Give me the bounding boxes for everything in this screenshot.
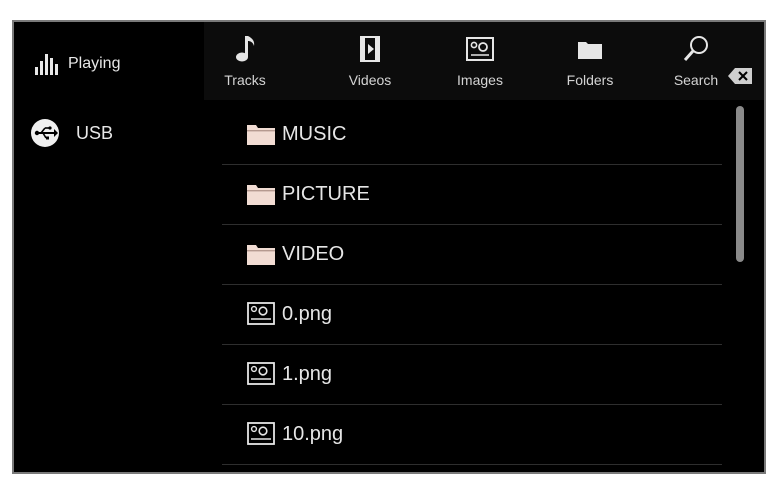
- image-file-icon: [247, 302, 275, 325]
- toolbar: Tracks Videos Images Folders Search: [204, 22, 764, 100]
- file-name: VIDEO: [282, 242, 345, 265]
- image-file-icon: [247, 362, 275, 385]
- tab-images[interactable]: Images: [440, 30, 520, 94]
- folder-icon: [247, 245, 275, 265]
- file-name: MUSIC: [282, 122, 347, 145]
- equalizer-bars-icon: [35, 54, 58, 75]
- list-item-image-file[interactable]: 10.png: [222, 404, 722, 465]
- sidebar-item-label: USB: [76, 122, 114, 143]
- list-item-music-folder[interactable]: MUSIC: [222, 104, 722, 165]
- image-file-icon: [247, 422, 275, 445]
- tab-label: Search: [673, 72, 719, 88]
- tab-search[interactable]: Search: [656, 30, 736, 94]
- scrollbar[interactable]: [736, 106, 744, 262]
- sidebar-item-label: Playing: [68, 55, 121, 72]
- file-name: PICTURE: [282, 182, 370, 205]
- image-icon: [466, 37, 494, 61]
- list-item-video-folder[interactable]: VIDEO: [222, 224, 722, 285]
- music-note-icon: [236, 36, 255, 62]
- sidebar-item-playing[interactable]: Playing: [14, 40, 204, 88]
- tab-tracks[interactable]: Tracks: [205, 30, 285, 94]
- file-list: MUSIC PICTURE VIDEO 0.png 1.png 10.png: [222, 104, 722, 472]
- tab-label: Tracks: [224, 72, 266, 88]
- tab-folders[interactable]: Folders: [550, 30, 630, 94]
- file-name: 10.png: [282, 422, 344, 445]
- sidebar-item-usb[interactable]: USB: [14, 109, 204, 157]
- device-frame: Playing USB Tracks Videos Images Folders…: [12, 20, 766, 474]
- list-item-picture-folder[interactable]: PICTURE: [222, 164, 722, 225]
- media-browser-screen: Playing USB Tracks Videos Images Folders…: [14, 22, 764, 472]
- search-icon: [683, 36, 708, 61]
- tab-label: Videos: [348, 72, 392, 88]
- backspace-icon[interactable]: [728, 68, 752, 84]
- folder-icon: [247, 185, 275, 205]
- tab-label: Images: [457, 72, 503, 88]
- film-icon: [360, 36, 380, 62]
- folder-icon: [247, 125, 275, 145]
- list-item-image-file[interactable]: 0.png: [222, 284, 722, 345]
- usb-icon: [31, 119, 59, 147]
- folder-icon: [578, 42, 602, 59]
- tab-label: Folders: [566, 72, 614, 88]
- file-name: 1.png: [282, 362, 333, 385]
- sidebar: Playing USB: [14, 22, 204, 472]
- list-item-image-file[interactable]: 1.png: [222, 344, 722, 405]
- tab-videos[interactable]: Videos: [330, 30, 410, 94]
- file-name: 0.png: [282, 302, 333, 325]
